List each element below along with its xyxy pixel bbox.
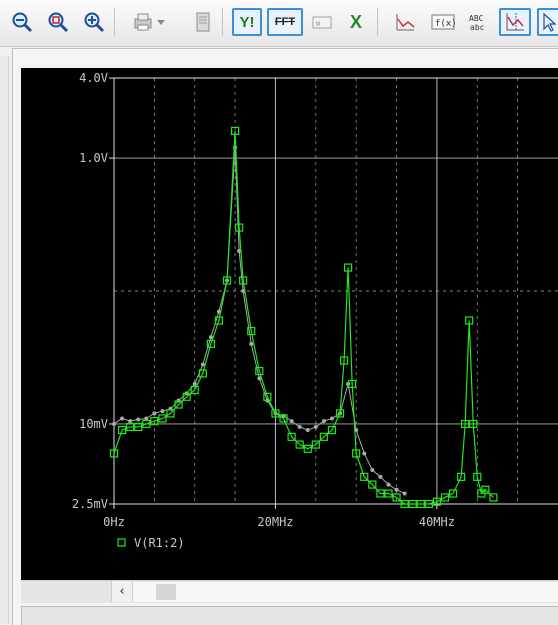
left-panel-edge [0,56,9,624]
y-tick-label: 4.0V [79,71,108,85]
data-point-reference [192,381,197,386]
toolbar-separator [114,8,115,36]
zoom-area-icon[interactable] [45,8,71,36]
add-trace-icon[interactable] [392,8,418,36]
fft-icon[interactable]: FFT [267,8,303,36]
series-line-reference [113,147,405,494]
data-point-reference [394,487,399,492]
data-point-reference [200,362,205,367]
x-tick-label: 20MHz [257,515,293,529]
data-point-reference [386,482,391,487]
scroll-thumb[interactable] [156,584,176,600]
axis-settings-icon[interactable]: Y! [232,8,262,36]
data-point-reference [370,468,375,473]
excel-export-icon[interactable]: X [343,8,369,36]
scroll-left-button[interactable]: ‹ [111,581,133,602]
toolbar-separator [222,8,223,36]
evaluate-measurement-icon[interactable]: f(x) [430,8,456,36]
print-preview-icon[interactable] [190,8,216,36]
y-tick-label: 1.0V [79,151,108,165]
zoom-fit-icon[interactable] [81,8,107,36]
data-point-reference [321,419,326,424]
chevron-down-icon[interactable] [154,8,168,36]
toggle-cursor-icon[interactable] [499,8,531,36]
data-point-reference [402,491,407,496]
performance-analysis-icon[interactable]: W [309,8,335,36]
data-point-reference [289,419,294,424]
legend-marker [117,538,126,547]
data-point-reference [305,428,310,433]
x-tick-label: 0Hz [103,515,125,529]
data-point-reference [249,341,254,346]
status-pane [21,606,558,625]
toolbar: Y! FFT W X f(x) ABC abc [0,0,558,47]
print-setup-icon[interactable] [130,8,156,36]
select-pointer-icon[interactable] [537,8,558,36]
svg-text:f(x): f(x) [435,19,455,29]
data-point-reference [136,417,141,422]
horizontal-scrollbar[interactable]: ‹ [21,580,558,603]
data-point-reference [152,411,157,416]
data-point-reference [378,474,383,479]
svg-text:abc: abc [470,23,485,32]
scroll-track[interactable] [133,582,558,602]
data-point-reference [313,424,318,429]
svg-text:ABC: ABC [469,14,484,23]
legend-label: V(R1:2) [134,536,185,550]
data-point-reference [144,416,149,421]
data-point-reference [120,416,125,421]
toolbar-separator [377,8,378,36]
data-point-reference [329,416,334,421]
y-tick-label: 2.5mV [72,497,108,511]
x-tick-label: 40MHz [419,515,455,529]
data-point-reference [128,419,133,424]
data-point-reference [112,421,116,426]
y-tick-label: 10mV [79,417,108,431]
data-point-reference [160,409,165,414]
spectrum-chart[interactable]: 4.0V 1.0V 10mV 2.5mV 0Hz 20MHz 40MHz V(R1:2) [21,68,558,580]
data-point-reference [362,451,367,456]
text-label-icon[interactable]: ABC abc [466,8,492,36]
data-point-reference [297,424,302,429]
zoom-out-icon[interactable] [9,8,35,36]
plot-area[interactable]: 4.0V 1.0V 10mV 2.5mV 0Hz 20MHz 40MHz V(R1:2) [21,68,558,580]
